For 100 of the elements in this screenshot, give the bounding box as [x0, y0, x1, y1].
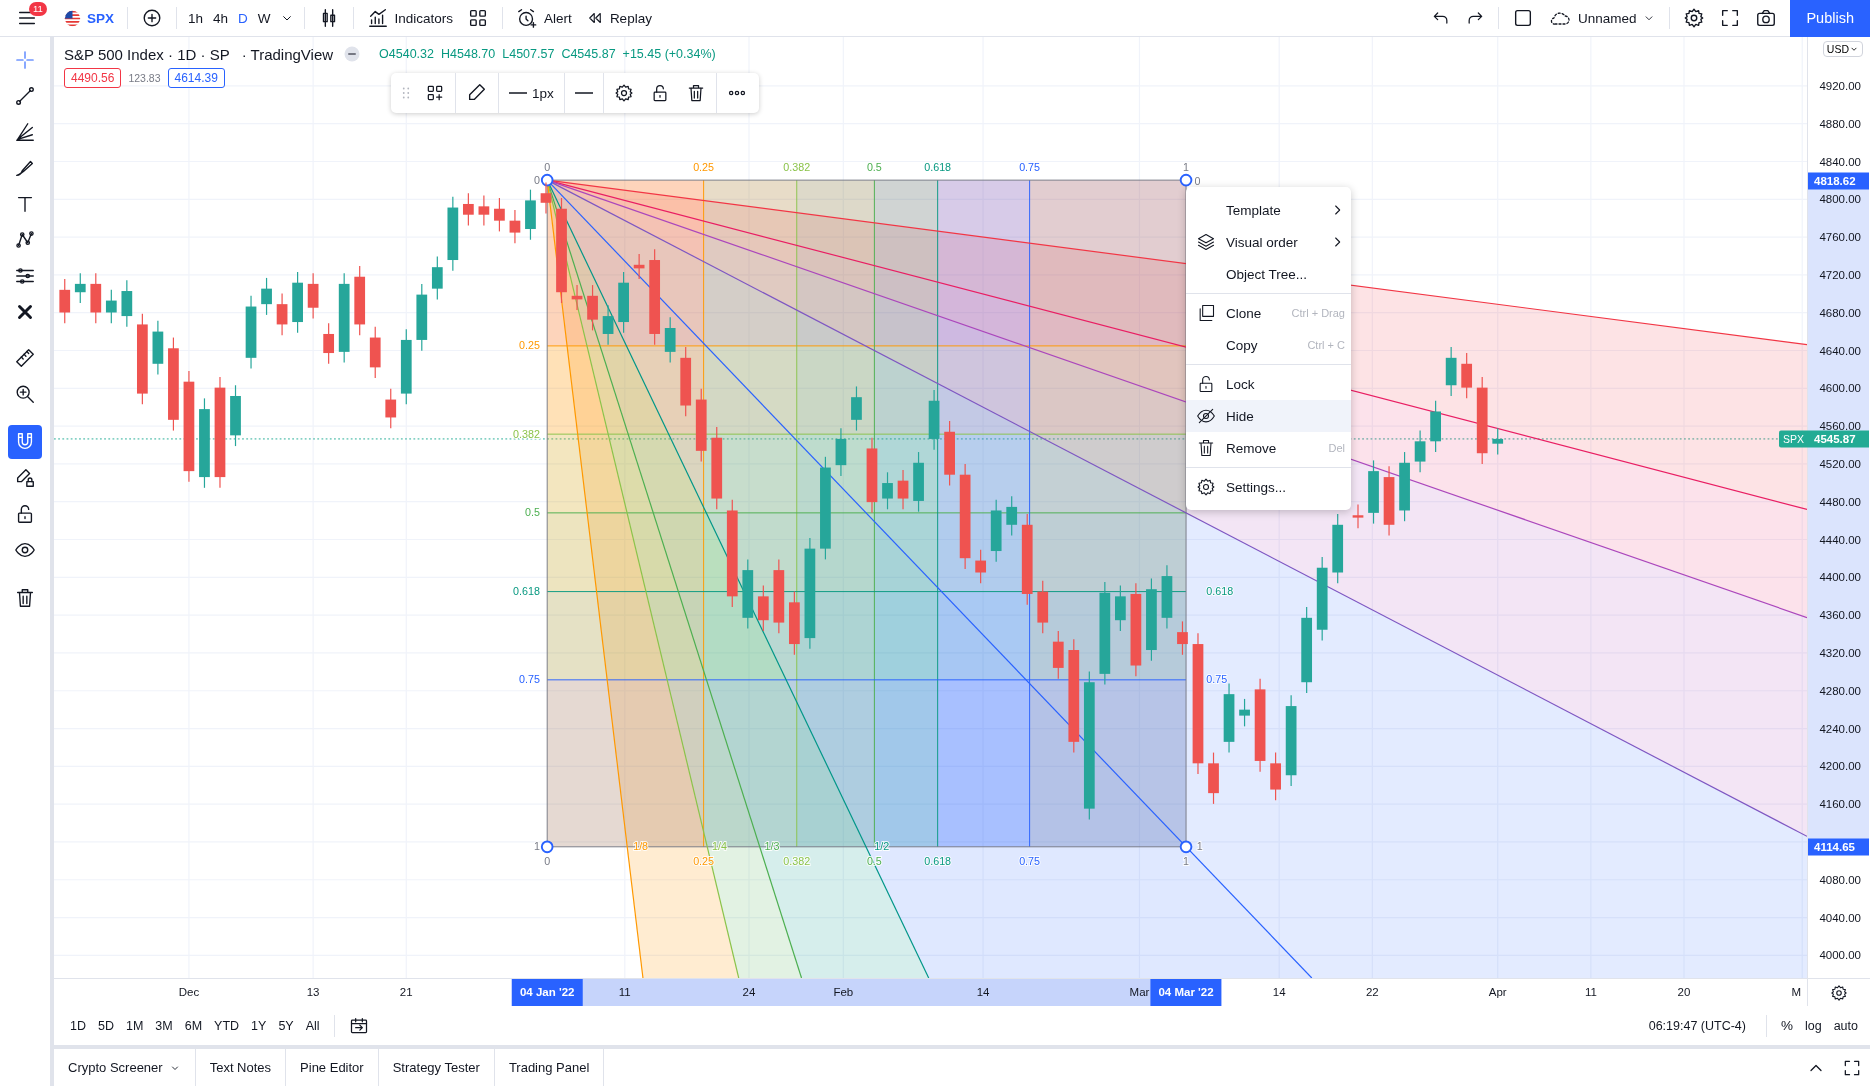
price-tick: 4440.00 — [1819, 533, 1861, 546]
price-tag: 4818.62 — [1808, 172, 1869, 190]
fib-level-label: 0.5 — [866, 160, 882, 173]
panel-tab[interactable]: Text Notes — [195, 1049, 287, 1086]
price-tick: 4520.00 — [1819, 458, 1861, 470]
fib-level-label: 0.75 — [519, 673, 540, 686]
interval-button[interactable]: W — [252, 1, 276, 35]
fib-level-label: 0.382 — [783, 160, 811, 173]
menu-item[interactable]: Clone Ctrl + Drag — [1186, 297, 1351, 329]
range-button[interactable]: 6M — [178, 1014, 209, 1037]
time-tick: 13 — [306, 986, 320, 998]
ohlc-value: L4507.57 — [502, 47, 555, 61]
price-tick: 4400.00 — [1819, 571, 1861, 584]
menu-button[interactable]: 11 — [0, 1, 54, 35]
price-tag: 4114.65 — [1808, 838, 1869, 856]
price-tick: 4840.00 — [1819, 155, 1861, 168]
fib-level-label: 1 — [1196, 840, 1203, 853]
fib-level-label: 0.618 — [513, 585, 540, 598]
price-tick: 4600.00 — [1819, 382, 1861, 395]
ohlc-value: O4540.32 — [379, 47, 434, 61]
time-tick: 24 — [742, 986, 756, 998]
menu-item[interactable]: Copy Ctrl + C — [1186, 329, 1351, 361]
sell-price[interactable]: 4490.56 — [64, 68, 122, 88]
fib-level-label: 0.382 — [783, 854, 811, 867]
auto-button[interactable]: auto — [1827, 1014, 1864, 1037]
panel-tab[interactable]: Trading Panel — [494, 1049, 605, 1086]
fib-level-label: 0.75 — [1206, 673, 1228, 686]
fan-ratio-label: 1/2 — [874, 840, 890, 853]
range-button[interactable]: 5Y — [272, 1014, 300, 1037]
fib-level-label: 0.618 — [1206, 585, 1234, 598]
range-button[interactable]: 5D — [92, 1014, 120, 1037]
line-width-button[interactable]: 1px — [503, 77, 560, 109]
time-tick: 21 — [399, 986, 413, 998]
fib-level-label: 0.75 — [1019, 160, 1041, 173]
price-tick: 4720.00 — [1819, 269, 1861, 281]
publish-button[interactable]: Publish — [1790, 0, 1870, 37]
time-tick: Feb — [833, 986, 854, 998]
time-tick: 11 — [1584, 986, 1597, 998]
menu-item[interactable]: Hide — [1186, 400, 1351, 432]
menu-item[interactable]: Settings... — [1186, 471, 1351, 503]
fib-level-label: 1 — [1183, 160, 1190, 173]
data-source: · TradingView — [241, 45, 334, 63]
menu-item[interactable]: Remove Del — [1186, 432, 1351, 464]
price-tick: 4000.00 — [1819, 949, 1861, 962]
fan-ratio-label: 1/3 — [764, 840, 780, 853]
time-tick: 14 — [976, 986, 990, 998]
price-tick: 4680.00 — [1819, 306, 1861, 319]
date-marker: 04 Mar '22 — [1150, 979, 1222, 1006]
fib-level-label: 0.618 — [924, 160, 952, 173]
range-button[interactable]: All — [299, 1014, 326, 1037]
menu-item[interactable]: Template — [1186, 194, 1351, 226]
price-tick: 4920.00 — [1819, 80, 1861, 92]
menu-item[interactable]: Lock — [1186, 368, 1351, 400]
price-tick: 4040.00 — [1819, 911, 1861, 924]
price-tick: 4360.00 — [1819, 609, 1861, 622]
range-button[interactable]: 3M — [149, 1014, 179, 1037]
log-button[interactable]: log — [1798, 1014, 1828, 1037]
ohlc-value: +15.45 (+0.34%) — [622, 47, 716, 61]
symbol-tag: SPX — [1779, 430, 1808, 448]
buy-price[interactable]: 4614.39 — [167, 68, 225, 88]
time-tick: Mar — [1129, 986, 1150, 998]
interval-button[interactable]: 4h — [208, 1, 234, 35]
percent-button[interactable]: % — [1774, 1014, 1799, 1037]
fib-level-label: 0.382 — [513, 427, 540, 440]
fib-level-label: 0 — [534, 173, 540, 186]
time-tick: M — [1791, 986, 1801, 998]
time-tick: 22 — [1365, 986, 1379, 998]
indicators-button[interactable]: Indicators — [359, 1, 461, 35]
price-tick: 4880.00 — [1819, 117, 1861, 130]
time-tick: 11 — [618, 986, 631, 998]
fib-level-label: 1 — [534, 840, 540, 853]
ohlc-value: C4545.87 — [561, 47, 616, 61]
symbol-button[interactable]: SPX — [54, 1, 121, 35]
price-tick: 4200.00 — [1819, 760, 1861, 773]
menu-item[interactable]: Visual order — [1186, 226, 1351, 258]
interval-button[interactable]: 1h — [183, 1, 209, 35]
panel-tab[interactable]: Crypto Screener — [54, 1049, 196, 1086]
spread-value: 123.83 — [128, 72, 161, 84]
fib-level-label: 0 — [544, 160, 551, 173]
menu-item[interactable]: Object Tree... — [1186, 258, 1351, 290]
fib-level-label: 1 — [1183, 854, 1190, 867]
fib-level-label: 0.5 — [525, 506, 540, 519]
range-button[interactable]: 1Y — [245, 1014, 273, 1037]
range-button[interactable]: 1M — [119, 1014, 150, 1037]
panel-tab[interactable]: Strategy Tester — [378, 1049, 495, 1086]
price-tick: 4560.00 — [1819, 420, 1861, 433]
panel-tab[interactable]: Pine Editor — [286, 1049, 379, 1086]
currency-button[interactable]: USD — [1822, 41, 1863, 57]
time-tick: Apr — [1488, 986, 1507, 998]
range-button[interactable]: YTD — [208, 1014, 246, 1037]
ohlc-value: H4548.70 — [441, 47, 496, 61]
layout-name-button[interactable]: Unnamed — [1540, 1, 1664, 35]
fan-ratio-label: 1/4 — [711, 840, 727, 853]
replay-button[interactable]: Replay — [578, 1, 659, 35]
price-tick: 4280.00 — [1819, 684, 1861, 697]
alert-button[interactable]: Alert — [509, 1, 579, 35]
interval-button[interactable]: D — [233, 1, 253, 35]
fib-level-label: 0.25 — [693, 854, 715, 867]
price-tick: 4160.00 — [1819, 798, 1861, 811]
range-button[interactable]: 1D — [64, 1014, 92, 1037]
